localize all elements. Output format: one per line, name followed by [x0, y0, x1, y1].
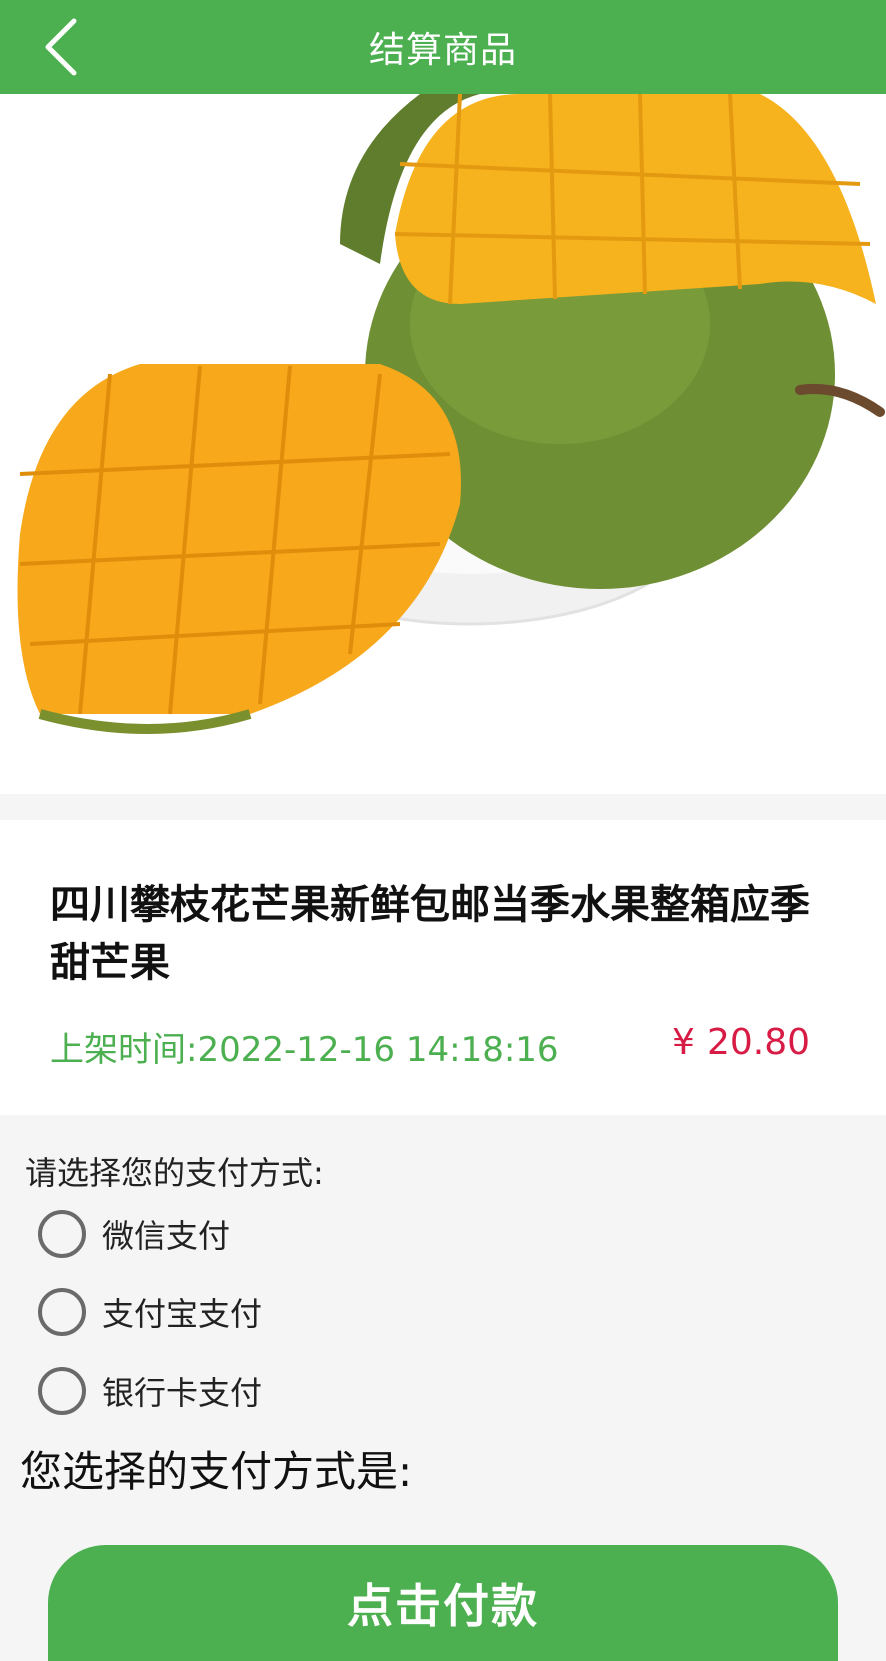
- payment-option-label: 银行卡支付: [102, 1374, 263, 1412]
- price-value: 20.80: [706, 1022, 810, 1063]
- pay-button[interactable]: 点击付款: [48, 1545, 838, 1661]
- payment-prompt: 请选择您的支付方式:: [25, 1154, 324, 1192]
- payment-option-wechat[interactable]: 微信支付: [38, 1209, 230, 1259]
- product-name: 四川攀枝花芒果新鲜包邮当季水果整箱应季甜芒果: [50, 882, 810, 986]
- payment-option-bankcard[interactable]: 银行卡支付: [38, 1366, 262, 1416]
- payment-option-label: 支付宝支付: [102, 1295, 263, 1333]
- pay-button-label: 点击付款: [347, 1579, 539, 1633]
- radio-button[interactable]: [38, 1210, 86, 1258]
- chevron-left-icon: [45, 18, 77, 76]
- page-title: 结算商品: [368, 30, 517, 71]
- product-price: ¥20.80: [672, 1022, 810, 1063]
- currency-symbol: ¥: [672, 1022, 695, 1063]
- product-image: [0, 94, 886, 794]
- listing-time: 上架时间:2022-12-16 14:18:16: [50, 1030, 559, 1070]
- product-info-card: 四川攀枝花芒果新鲜包邮当季水果整箱应季甜芒果 上架时间:2022-12-16 1…: [0, 820, 886, 1115]
- payment-option-alipay[interactable]: 支付宝支付: [38, 1287, 262, 1337]
- back-button[interactable]: [34, 14, 90, 80]
- checkout-screen: 结算商品 四川攀枝花芒果新鲜包邮当季水果整箱应季甜芒果 上架时间:2022-12…: [0, 0, 886, 1661]
- selected-payment-text: 您选择的支付方式是:: [20, 1447, 413, 1496]
- radio-button[interactable]: [38, 1367, 86, 1415]
- payment-option-label: 微信支付: [102, 1217, 231, 1255]
- radio-button[interactable]: [38, 1288, 86, 1336]
- top-bar: 结算商品: [0, 0, 886, 94]
